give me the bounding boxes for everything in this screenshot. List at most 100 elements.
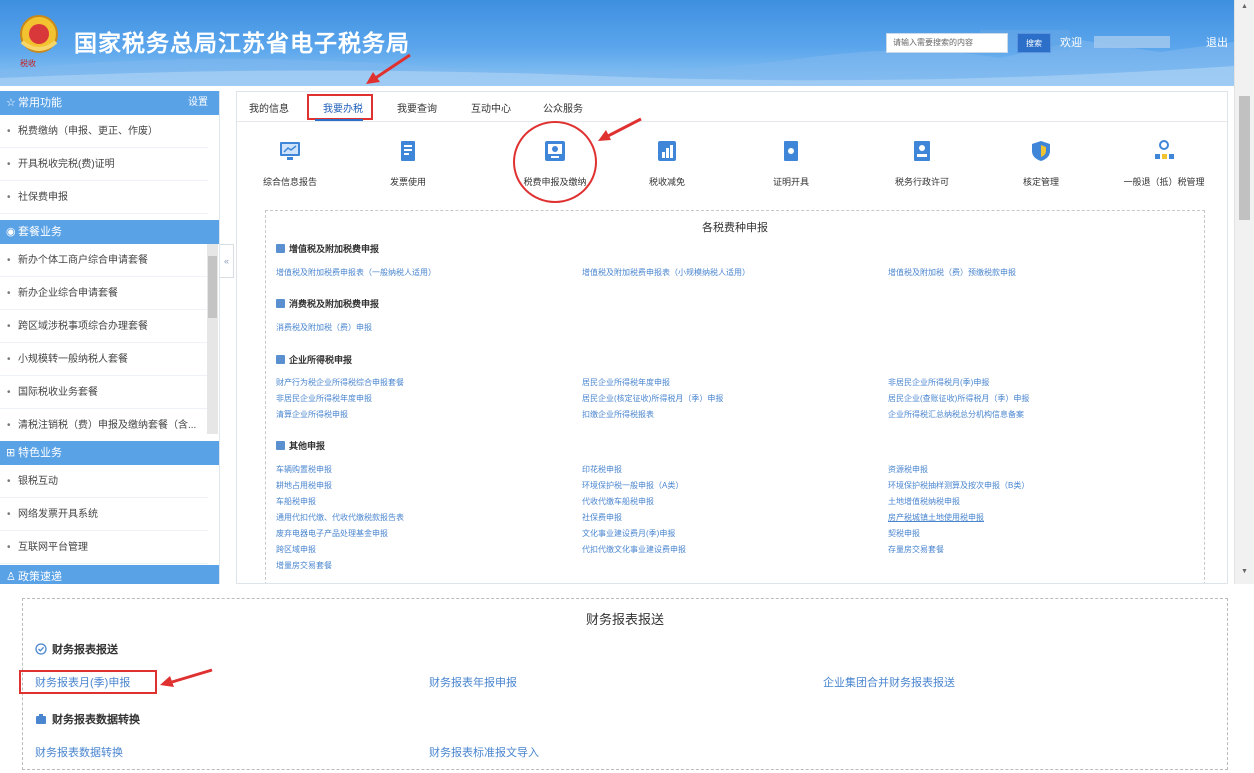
service-assessment[interactable]: 核定管理	[996, 140, 1086, 188]
sidebar-item[interactable]: • 税费缴纳（申报、更正、作废）	[0, 115, 208, 148]
declaration-link[interactable]: 土地增值税纳税申报	[888, 496, 960, 507]
declaration-link[interactable]: 居民企业所得税年度申报	[582, 377, 670, 388]
national-tax-emblem-icon[interactable]: 税收	[14, 12, 64, 70]
sidebar-item[interactable]: • 社保费申报	[0, 181, 208, 214]
standard-message-import-link[interactable]: 财务报表标准报文导入	[429, 744, 539, 760]
sidebar-head-common[interactable]: ☆ 常用功能 设置	[0, 91, 219, 115]
search-input[interactable]: 请输入需要搜索的内容	[886, 33, 1008, 53]
sidebar-scrollbar[interactable]	[207, 244, 218, 434]
service-license[interactable]: 税务行政许可	[877, 140, 967, 188]
declaration-link[interactable]: 居民企业(核定征收)所得税月（季）申报	[582, 393, 723, 404]
welcome-text: 欢迎	[1060, 37, 1082, 49]
declaration-link[interactable]: 非居民企业所得税月(季)申报	[888, 377, 989, 388]
declaration-link[interactable]: 居民企业(查账征收)所得税月（季）申报	[888, 393, 1029, 404]
financial-annual-report-link[interactable]: 财务报表年报申报	[429, 674, 517, 690]
sidebar-item[interactable]: • 网络发票开具系统	[0, 498, 208, 531]
package-icon: ◉	[6, 226, 16, 238]
tab-my-info[interactable]: 我的信息	[249, 100, 289, 115]
declaration-link[interactable]: 跨区域申报	[276, 544, 316, 555]
sidebar-head-policy[interactable]: ♙ 政策速递	[0, 565, 219, 584]
service-label: 证明开具	[772, 177, 809, 187]
sidebar-item[interactable]: • 新办企业综合申请套餐	[0, 277, 208, 310]
declaration-link[interactable]: 资源税申报	[888, 464, 928, 475]
declaration-link[interactable]: 印花税申报	[582, 464, 622, 475]
declaration-link[interactable]: 财产行为税企业所得税综合申报套餐	[276, 377, 404, 388]
declaration-link[interactable]: 企业所得税汇总纳税总分机构信息备案	[888, 409, 1024, 420]
declaration-link[interactable]: 环境保护税一般申报（A类）	[582, 480, 683, 491]
sidebar-head-feature[interactable]: ⊞ 特色业务	[0, 441, 219, 465]
declaration-link[interactable]: 契税申报	[888, 528, 920, 539]
tab-query[interactable]: 我要查询	[397, 100, 437, 115]
section-title: 增值税及附加税费申报	[276, 242, 379, 255]
section-title: 财务报表数据转换	[35, 711, 140, 727]
declaration-link[interactable]: 车船税申报	[276, 496, 316, 507]
declaration-link[interactable]: 增值税及附加税费申报表（小规模纳税人适用）	[582, 267, 750, 278]
declaration-link[interactable]: 代收代缴车船税申报	[582, 496, 654, 507]
scrollbar-thumb[interactable]	[1239, 96, 1250, 220]
declaration-link[interactable]: 环境保护税抽样测算及按次申报（B类）	[888, 480, 1029, 491]
declaration-link[interactable]: 通用代扣代缴、代收代缴税款报告表	[276, 512, 404, 523]
declaration-link[interactable]: 消费税及附加税（费）申报	[276, 322, 372, 333]
svg-text:税收: 税收	[20, 58, 36, 68]
briefcase-icon	[36, 714, 46, 724]
sidebar-item[interactable]: • 新办个体工商户综合申请套餐	[0, 244, 208, 277]
star-icon: ☆	[6, 97, 16, 109]
sidebar-item-label: 国际税收业务套餐	[18, 387, 98, 398]
declaration-link[interactable]: 代扣代缴文化事业建设费申报	[582, 544, 686, 555]
declaration-link[interactable]: 废弃电器电子产品处理基金申报	[276, 528, 388, 539]
bullet-icon: •	[7, 420, 11, 431]
search-button[interactable]: 搜索	[1017, 33, 1051, 53]
scroll-down-icon[interactable]: ▼	[1241, 568, 1248, 575]
sidebar-head-label: 常用功能	[18, 97, 62, 109]
declaration-link[interactable]: 文化事业建设费月(季)申报	[582, 528, 675, 539]
scroll-up-icon[interactable]: ▲	[1241, 3, 1248, 10]
main-panel: 我的信息 我要办税 我要查询 互动中心 公众服务 综合信息报告 发票使用 税费申…	[236, 91, 1228, 584]
sidebar-item[interactable]: • 跨区域涉税事项综合办理套餐	[0, 310, 208, 343]
section-title: 财务报表报送	[35, 641, 118, 657]
declaration-link[interactable]: 社保费申报	[582, 512, 622, 523]
sidebar-item[interactable]: • 国际税收业务套餐	[0, 376, 208, 409]
declaration-link[interactable]: 增值税及附加税（费）预缴税款申报	[888, 267, 1016, 278]
service-invoice[interactable]: 发票使用	[363, 140, 453, 188]
declaration-link[interactable]: 耕地占用税申报	[276, 480, 332, 491]
sidebar-item[interactable]: • 小规模转一般纳税人套餐	[0, 343, 208, 376]
panel-title: 财务报表报送	[585, 612, 664, 627]
sidebar-item-label: 互联网平台管理	[18, 542, 88, 553]
username-redacted	[1094, 36, 1170, 48]
service-label: 税务行政许可	[894, 177, 949, 187]
declaration-link[interactable]: 扣缴企业所得税报表	[582, 409, 654, 420]
declaration-link[interactable]: 车辆购置税申报	[276, 464, 332, 475]
group-consolidated-report-link[interactable]: 企业集团合并财务报表报送	[823, 674, 955, 690]
service-refund[interactable]: 一般退（抵）税管理	[1119, 140, 1209, 188]
tax-portal-screen: 税收 国家税务总局江苏省电子税务局 请输入需要搜索的内容 搜索 欢迎 退出 ▲ …	[0, 0, 1254, 584]
annotation-arrow-service	[598, 117, 642, 141]
report-data-conversion-link[interactable]: 财务报表数据转换	[35, 744, 123, 760]
bullet-icon: •	[7, 126, 11, 137]
tab-interaction[interactable]: 互动中心	[471, 100, 511, 115]
declaration-link[interactable]: 存量房交易套餐	[888, 544, 944, 555]
settings-link[interactable]: 设置	[188, 91, 208, 115]
declaration-link[interactable]: 清算企业所得税申报	[276, 409, 348, 420]
sidebar-collapse-icon[interactable]: «	[220, 244, 234, 278]
declaration-link[interactable]: 非居民企业所得税年度申报	[276, 393, 372, 404]
sidebar-item[interactable]: • 开具税收完税(费)证明	[0, 148, 208, 181]
sidebar-item[interactable]: • 银税互动	[0, 465, 208, 498]
tab-public-service[interactable]: 公众服务	[543, 100, 583, 115]
sidebar-item[interactable]: • 互联网平台管理	[0, 531, 208, 564]
sidebar-head-package[interactable]: ◉ 套餐业务	[0, 220, 219, 244]
site-title: 国家税务总局江苏省电子税务局	[74, 30, 410, 56]
service-certificate[interactable]: 证明开具	[746, 140, 836, 188]
vat-icon	[276, 244, 285, 253]
logout-link[interactable]: 退出	[1206, 34, 1228, 50]
declaration-link[interactable]: 增量房交易套餐	[276, 560, 332, 571]
page-scrollbar[interactable]: ▲ ▼	[1234, 0, 1254, 584]
declaration-link[interactable]: 增值税及附加税费申报表（一般纳税人适用）	[276, 267, 436, 278]
sidebar-item[interactable]: • 清税注销税（费）申报及缴纳套餐（含...	[0, 409, 208, 442]
feature-grid-icon: ⊞	[6, 447, 16, 459]
sidebar-scrollbar-thumb[interactable]	[208, 256, 217, 318]
declaration-link[interactable]: 房产税城镇土地使用税申报	[888, 512, 984, 523]
section-title: 企业所得税申报	[276, 353, 352, 366]
service-report[interactable]: 综合信息报告	[245, 140, 335, 188]
reduce-chart-icon	[658, 141, 676, 161]
service-reduce[interactable]: 税收减免	[622, 140, 712, 188]
